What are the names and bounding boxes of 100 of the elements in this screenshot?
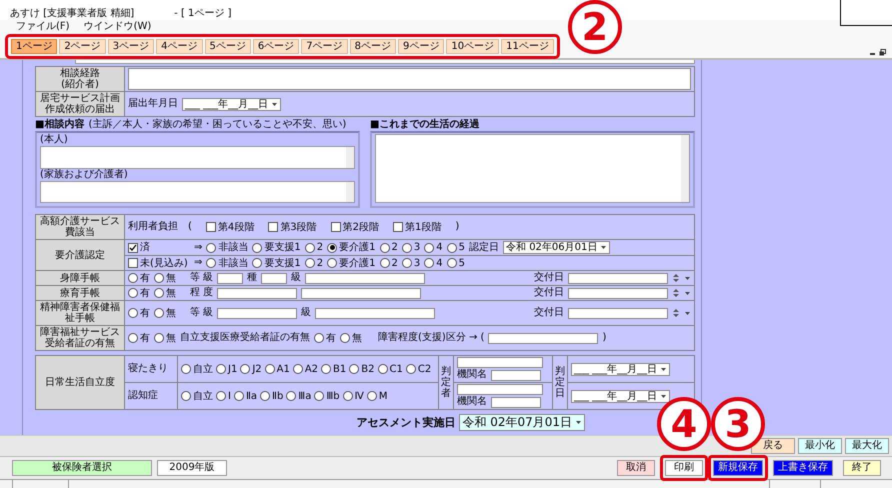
window-button[interactable]: 最大化 xyxy=(845,438,889,454)
field-label: 交付日 xyxy=(534,272,564,284)
field-label: 認定日 xyxy=(469,242,500,254)
text-field[interactable] xyxy=(217,288,298,298)
dropdown-caret-icon xyxy=(575,419,582,426)
page-tab[interactable]: 7ページ xyxy=(301,38,348,54)
field-label: 級 xyxy=(291,272,302,284)
radio-button[interactable]: J1 xyxy=(216,364,238,374)
radio-button[interactable]: 有 xyxy=(128,332,150,344)
radio-button[interactable]: B1 xyxy=(321,364,346,374)
page-tab[interactable]: 2ページ xyxy=(59,38,106,54)
dropdown-caret-icon xyxy=(660,366,668,372)
date-field[interactable]: ___ ___年__月__日 xyxy=(182,98,282,110)
field-label: 届出年月日 xyxy=(128,98,178,110)
radio-button[interactable]: 要介護1 xyxy=(327,258,376,268)
action-button[interactable]: 終了 xyxy=(843,460,881,476)
menu-item[interactable]: ウインドウ(W) xyxy=(84,21,152,33)
radio-button[interactable]: 非該当 xyxy=(206,258,248,268)
radio-button[interactable]: 無 xyxy=(340,332,362,344)
date-field[interactable]: 令和 02年07月01日 xyxy=(459,414,585,431)
text-field[interactable] xyxy=(457,357,543,368)
radio-button[interactable]: 要支援1 xyxy=(252,242,301,253)
window-button[interactable]: 戻る xyxy=(751,438,795,454)
radio-button[interactable]: 無 xyxy=(154,308,176,318)
page-tab[interactable]: 8ページ xyxy=(350,38,396,54)
field-label: 級 xyxy=(301,307,312,319)
page-tab[interactable]: 6ページ xyxy=(252,38,300,54)
radio-button[interactable]: 無 xyxy=(154,288,176,298)
text-field[interactable] xyxy=(488,332,598,344)
action-button[interactable]: 上書き保存 xyxy=(773,460,833,476)
radio-button[interactable]: A1 xyxy=(264,364,290,374)
page-tab[interactable]: 3ページ xyxy=(108,38,154,54)
text-field[interactable] xyxy=(128,68,691,90)
text-field[interactable] xyxy=(217,272,244,284)
checkbox[interactable]: 未(見込み) xyxy=(128,258,188,268)
action-button[interactable]: 2009年版 xyxy=(157,460,227,476)
page-tab[interactable]: 9ページ xyxy=(398,38,444,54)
checkbox[interactable]: 第3段階 xyxy=(268,222,317,232)
text-field[interactable] xyxy=(315,308,436,318)
radio-button[interactable]: 有 xyxy=(128,308,150,318)
page-tab[interactable]: 10ページ xyxy=(446,38,500,54)
field-label: 交付日 xyxy=(534,287,564,299)
spinner-icon[interactable] xyxy=(672,273,680,283)
action-button[interactable]: 印刷 xyxy=(665,460,703,476)
text-area[interactable] xyxy=(40,146,355,168)
radio-button[interactable]: Ⅲb xyxy=(314,390,340,402)
date-field[interactable] xyxy=(568,288,668,298)
radio-button[interactable]: 要支援1 xyxy=(252,258,301,268)
page-tab[interactable]: 11ページ xyxy=(501,38,554,54)
text-field[interactable] xyxy=(75,60,695,64)
radio-button[interactable]: C2 xyxy=(406,364,432,374)
radio-button[interactable]: A2 xyxy=(292,364,318,374)
radio-button[interactable]: 自立 xyxy=(181,364,213,374)
page-tab[interactable]: 5ページ xyxy=(204,38,251,54)
checkbox[interactable]: 済 xyxy=(128,242,150,253)
text-field[interactable] xyxy=(457,384,543,395)
date-field[interactable] xyxy=(568,272,668,284)
page-tab[interactable]: 4ページ xyxy=(156,38,202,54)
radio-button[interactable]: 無 xyxy=(154,272,176,284)
section-note: (主訴／本人・家族の希望・困っていることや不安、思い) xyxy=(88,119,346,131)
radio-button[interactable]: Ⅲa xyxy=(286,390,312,402)
radio-button[interactable]: 無 xyxy=(154,332,176,344)
radio-button[interactable]: J2 xyxy=(240,364,262,374)
spinner-icon[interactable] xyxy=(672,308,680,318)
restore-icon[interactable] xyxy=(879,49,886,56)
text-field[interactable] xyxy=(261,272,288,284)
text-field[interactable] xyxy=(305,272,426,284)
checkbox[interactable]: 第1段階 xyxy=(393,222,442,232)
date-field[interactable] xyxy=(568,308,668,318)
radio-button[interactable]: C1 xyxy=(378,364,403,374)
date-field[interactable]: ___ ___年__月__日 xyxy=(571,390,670,402)
arrow-text: ⇒ xyxy=(194,242,202,254)
text-field[interactable] xyxy=(491,396,541,408)
checkbox[interactable]: 第4段階 xyxy=(206,222,254,232)
radio-button[interactable]: B2 xyxy=(349,364,374,374)
date-field[interactable]: ___ ___年__月__日 xyxy=(571,362,670,376)
checkbox[interactable]: 第2段階 xyxy=(330,222,380,232)
text-field[interactable] xyxy=(491,370,541,380)
radio-button[interactable]: 有 xyxy=(128,288,150,298)
radio-button[interactable]: Ⅳ xyxy=(342,390,364,402)
radio-button[interactable]: M xyxy=(366,390,388,402)
spinner-icon[interactable] xyxy=(672,288,680,298)
action-button[interactable]: 新規保存 xyxy=(713,460,763,476)
radio-button[interactable]: 有 xyxy=(128,272,150,284)
radio-button[interactable]: 有 xyxy=(314,332,336,344)
window-button[interactable]: 最小化 xyxy=(798,438,842,454)
page-tab[interactable]: 1ページ xyxy=(11,38,58,54)
action-button[interactable]: 被保険者選択 xyxy=(12,460,152,476)
radio-button[interactable]: 自立 xyxy=(181,390,213,402)
radio-button[interactable]: 非該当 xyxy=(206,242,248,253)
text-field[interactable] xyxy=(301,288,422,298)
dropdown-caret-icon xyxy=(660,392,668,400)
radio-button[interactable]: Ⅱb xyxy=(260,390,284,402)
radio-button[interactable]: 要介護1 xyxy=(327,242,376,253)
radio-button[interactable]: Ⅱa xyxy=(234,390,258,402)
date-field[interactable]: 令和 02年06月01日 xyxy=(503,241,610,254)
text-field[interactable] xyxy=(217,308,298,318)
action-button[interactable]: 取消 xyxy=(617,460,655,476)
menu-item[interactable]: ファイル(F) xyxy=(16,21,70,33)
text-area[interactable] xyxy=(40,180,355,203)
